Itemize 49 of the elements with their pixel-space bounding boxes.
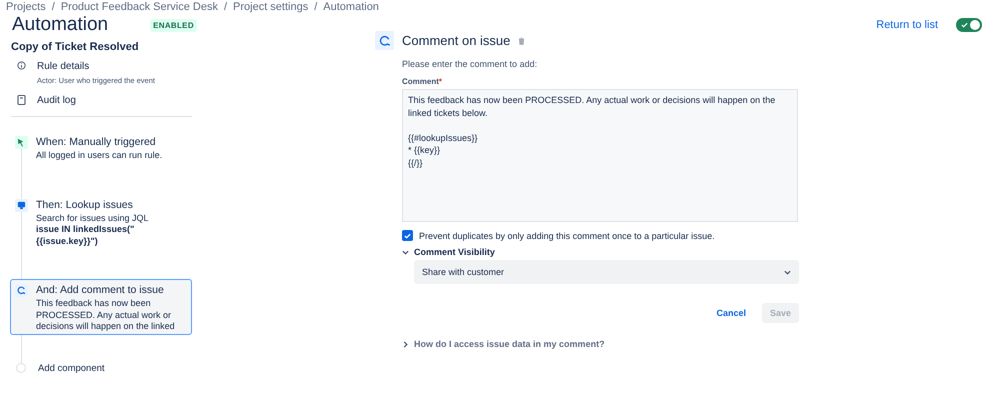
rule-name: Copy of Ticket Resolved bbox=[11, 41, 140, 53]
cancel-button[interactable]: Cancel bbox=[708, 303, 754, 323]
instruction-text: Please enter the comment to add: bbox=[402, 59, 538, 69]
step-description: issue IN linkedIssues(" bbox=[36, 224, 136, 236]
breadcrumb-separator: / bbox=[224, 1, 228, 13]
enable-toggle[interactable] bbox=[956, 18, 982, 32]
comment-textarea[interactable]: This feedback has now been PROCESSED. Any actual work or decisions will happen on the linked tickets below. {{#lookupIssues}} * {{key}} {{/}} bbox=[402, 89, 798, 222]
rule-step-card[interactable]: And: Add comment to issue This feedback has now been PROCESSED. Any actual work or decisions will happen on the linked bbox=[10, 279, 192, 334]
return-link[interactable]: Return to list bbox=[876, 19, 938, 31]
cursor-icon bbox=[15, 136, 28, 149]
info-icon bbox=[17, 61, 26, 70]
field-label: Comment* bbox=[402, 77, 444, 86]
step-title: Then: Lookup issues bbox=[36, 198, 134, 210]
step-description: Search for issues using JQL bbox=[36, 212, 149, 224]
breadcrumb-link[interactable]: Project settings bbox=[233, 1, 308, 13]
rule-nav-link[interactable]: Rule details bbox=[37, 61, 155, 72]
status-lozenge: ENABLED bbox=[150, 18, 197, 32]
step-description: decisions will happen on the linked bbox=[36, 321, 175, 332]
rule-step-card[interactable]: When: Manually triggered All logged in users can run rule. bbox=[10, 131, 192, 164]
help-toggle[interactable]: How do I access issue data in my comment? bbox=[402, 339, 605, 349]
panel-title: Comment on issue bbox=[402, 33, 510, 48]
step-description: {{issue.key}}") bbox=[36, 236, 99, 247]
chevron-icon bbox=[402, 248, 409, 256]
visibility-toggle[interactable]: Comment Visibility bbox=[402, 247, 495, 257]
breadcrumb-link[interactable]: Projects bbox=[6, 1, 46, 13]
breadcrumb-separator: / bbox=[52, 1, 55, 13]
rule-nav-link[interactable]: Audit log bbox=[37, 95, 76, 106]
checkbox-label: Prevent duplicates by only adding this comment once to a particular issue. bbox=[419, 230, 715, 240]
breadcrumb-separator: / bbox=[314, 1, 318, 13]
monitor-icon bbox=[15, 198, 28, 212]
step-description: This feedback has now been bbox=[36, 298, 152, 310]
comment-icon bbox=[375, 31, 394, 50]
page-title: Automation bbox=[12, 14, 108, 36]
step-title: When: Manually triggered bbox=[36, 136, 157, 148]
add-component-link[interactable]: Add component bbox=[38, 362, 105, 374]
step-title: And: Add comment to issue bbox=[36, 284, 165, 296]
comment-icon bbox=[15, 284, 28, 297]
step-description: PROCESSED. Any actual work or bbox=[36, 310, 172, 321]
document-icon bbox=[17, 95, 26, 105]
breadcrumb-link[interactable]: Product Feedback Service Desk bbox=[60, 1, 218, 13]
rule-step-card[interactable]: Then: Lookup issues Search for issues using JQL issue IN linkedIssues(" {{issue.key}}") bbox=[10, 194, 192, 249]
check-icon bbox=[961, 22, 968, 28]
chevron-icon bbox=[402, 340, 409, 348]
chevron-down-icon bbox=[784, 268, 791, 276]
checkbox[interactable] bbox=[402, 230, 413, 241]
step-description: All logged in users can run rule. bbox=[36, 150, 162, 162]
breadcrumb-link[interactable]: Automation bbox=[323, 1, 379, 13]
visibility-select[interactable]: Share with customer bbox=[414, 260, 799, 284]
check-icon bbox=[404, 232, 411, 238]
